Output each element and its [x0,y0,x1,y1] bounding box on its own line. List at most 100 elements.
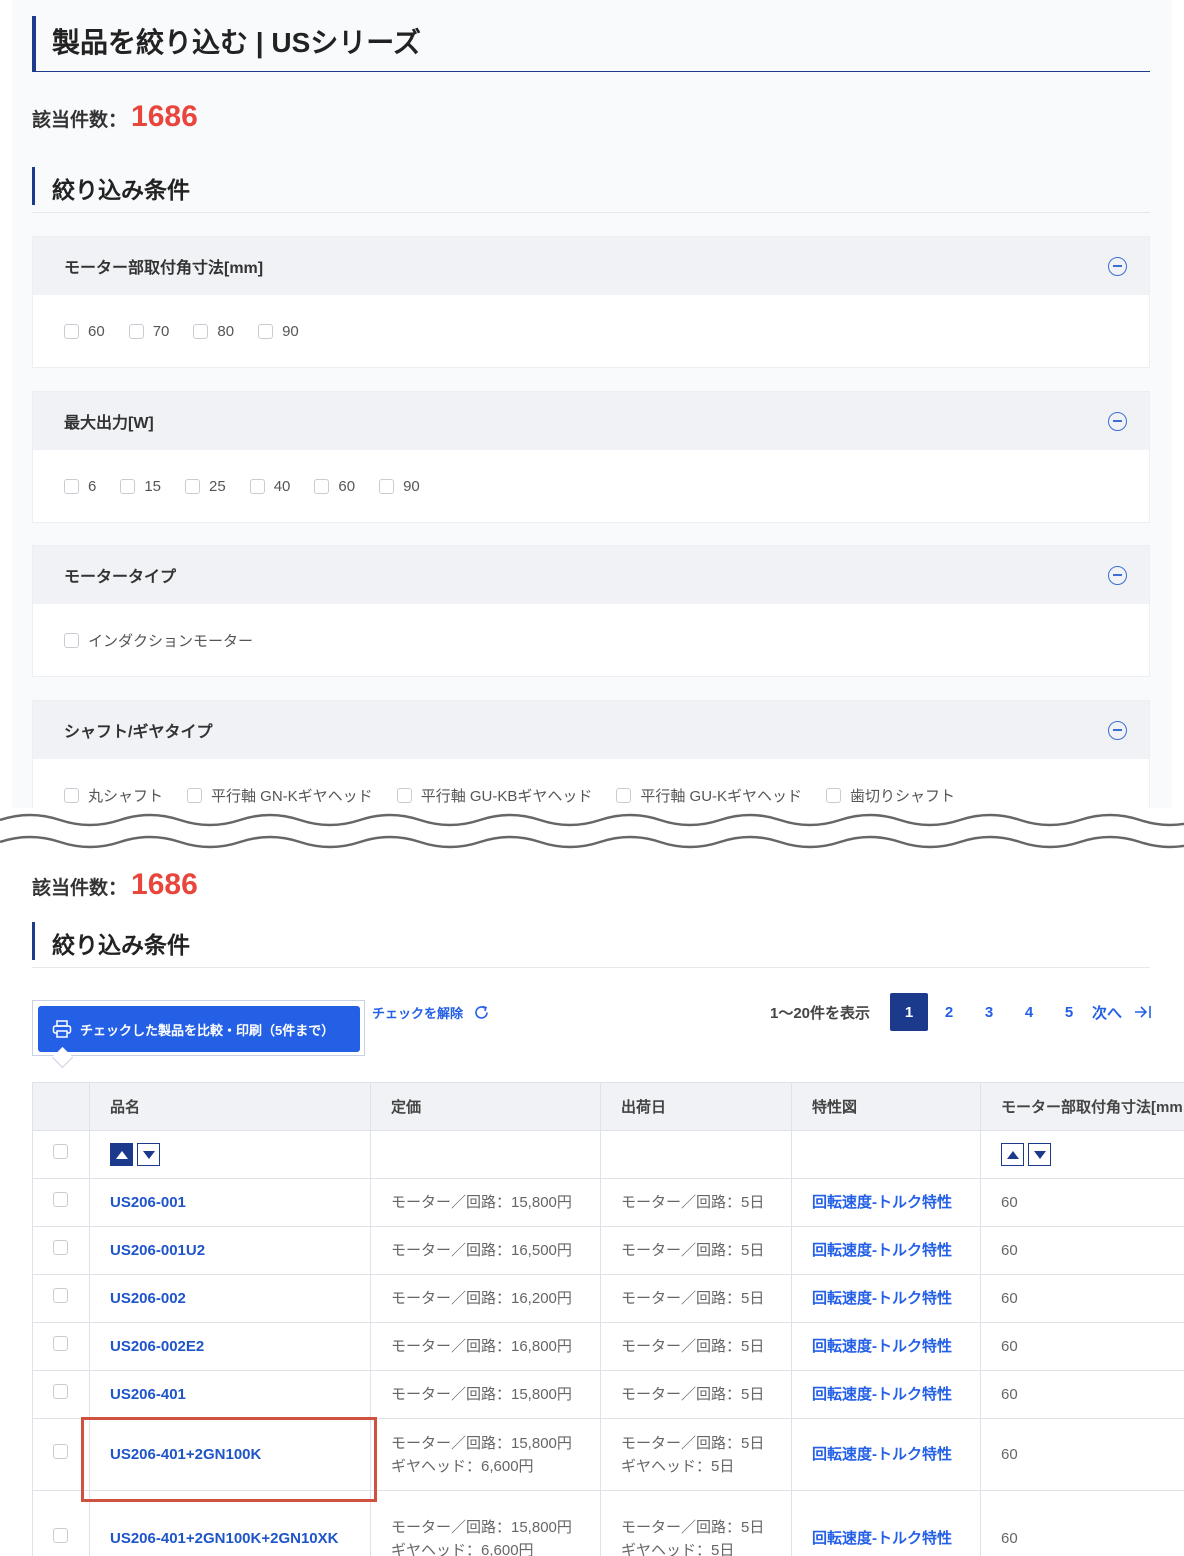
row-checkbox[interactable] [53,1528,68,1543]
compare-button-wrapper: チェックした製品を比較・印刷（5件まで） [32,1000,365,1056]
checkbox[interactable] [258,323,274,339]
filter-option[interactable]: 90 [258,323,299,340]
sort-desc-icon[interactable] [1028,1143,1051,1166]
page-4-button[interactable]: 4 [1010,993,1048,1031]
minus-circle-icon[interactable] [1108,565,1127,585]
chart-link[interactable]: 回転速度-トルク特性 [812,1446,952,1463]
row-checkbox[interactable] [53,1240,68,1255]
product-name-link[interactable]: US206-002E2 [110,1338,204,1355]
row-checkbox[interactable] [53,1384,68,1399]
row-checkbox[interactable] [53,1192,68,1207]
screenshot-break-divider [0,813,1184,849]
chart-link[interactable]: 回転速度-トルク特性 [812,1338,952,1355]
filter-option[interactable]: 丸シャフト [64,785,163,806]
product-name-link[interactable]: US206-001U2 [110,1242,205,1259]
row-checkbox[interactable] [53,1336,68,1351]
filter-option[interactable]: 90 [379,478,420,495]
filter-option[interactable]: 70 [128,323,169,340]
sort-desc-icon[interactable] [137,1143,160,1166]
chart-link[interactable]: 回転速度-トルク特性 [812,1242,952,1259]
product-name-link[interactable]: US206-401+2GN100K+2GN10XK [110,1530,338,1547]
checkbox[interactable] [64,632,79,648]
filter-title-shaft-type: シャフト/ギヤタイプ [64,724,213,741]
table-row: US206-401+2GN100K+2GN10XK モーター／回路：15,800… [32,1490,1184,1556]
filter-option[interactable]: 平行軸 GU-KBギヤヘッド [396,785,592,806]
filter-option[interactable]: 15 [120,478,161,495]
filter-option[interactable]: 平行軸 GU-Kギヤヘッド [616,785,802,806]
filter-card-output: 最大出力[W] 6 15 25 40 60 90 [32,391,1150,523]
filter-option[interactable]: インダクションモーター [64,630,253,651]
price-line: モーター／回路：15,800円 [391,1386,572,1403]
compare-print-button[interactable]: チェックした製品を比較・印刷（5件まで） [38,1006,360,1052]
option-label: 80 [217,322,235,340]
checkbox[interactable] [64,478,79,494]
checkbox[interactable] [616,787,632,803]
next-page-link[interactable]: 次へ [1092,1002,1122,1023]
table-row: US206-401 モーター／回路：15,800円 モーター／回路：5日 回転速… [32,1370,1184,1419]
select-all-checkbox[interactable] [53,1144,68,1159]
sort-asc-icon[interactable] [1001,1143,1024,1166]
minus-circle-icon[interactable] [1108,411,1127,431]
option-label: 90 [282,322,299,340]
ship-line: ギヤヘッド：5日 [621,1541,735,1556]
product-name-link[interactable]: US206-401+2GN100K [110,1446,261,1463]
last-page-icon[interactable] [1134,1004,1152,1020]
checkbox[interactable] [249,478,265,494]
chart-link[interactable]: 回転速度-トルク特性 [812,1194,952,1211]
checkbox[interactable] [314,478,330,494]
product-name-cell: US206-401 [89,1370,371,1419]
option-label: 90 [403,477,420,495]
checkbox[interactable] [64,323,79,339]
product-name-link[interactable]: US206-002 [110,1290,186,1307]
filter-header-output[interactable]: 最大出力[W] [33,392,1149,450]
checkbox[interactable] [64,787,79,803]
chart-cell: 回転速度-トルク特性 [791,1178,981,1227]
page-5-button[interactable]: 5 [1050,993,1088,1031]
compare-print-label: チェックした製品を比較・印刷（5件まで） [80,1022,335,1038]
checkbox[interactable] [193,323,209,339]
ship-cell: モーター／回路：5日 [600,1226,792,1275]
product-name-link[interactable]: US206-401 [110,1386,186,1403]
row-checkbox[interactable] [53,1444,68,1459]
page-2-button[interactable]: 2 [930,993,968,1031]
table-row: US206-001U2 モーター／回路：16,500円 モーター／回路：5日 回… [32,1226,1184,1275]
filter-option[interactable]: 歯切りシャフト [826,785,955,806]
filter-header-size[interactable]: モーター部取付角寸法[mm] [33,237,1149,295]
chart-link[interactable]: 回転速度-トルク特性 [812,1386,952,1403]
price-line: モーター／回路：16,200円 [391,1290,572,1307]
header-checkbox-col [32,1082,90,1131]
checkbox[interactable] [187,787,203,803]
sort-asc-icon[interactable] [110,1143,133,1166]
checkbox[interactable] [120,478,136,494]
filter-option[interactable]: 25 [185,478,226,495]
checkbox[interactable] [185,478,201,494]
option-label: 60 [88,322,105,340]
checkbox[interactable] [379,478,395,494]
header-size: モーター部取付角寸法[mm [980,1082,1184,1131]
filter-card-motor-type: モータータイプ インダクションモーター [32,545,1150,677]
size-cell: 60 [980,1418,1184,1491]
page-3-button[interactable]: 3 [970,993,1008,1031]
filter-option[interactable]: 60 [314,478,355,495]
sort-cell-empty [600,1130,792,1179]
chart-link[interactable]: 回転速度-トルク特性 [812,1290,952,1307]
filter-option[interactable]: 40 [249,478,290,495]
filter-option[interactable]: 80 [193,323,234,340]
page-1-button[interactable]: 1 [890,993,929,1031]
filter-option[interactable]: 平行軸 GN-Kギヤヘッド [187,785,373,806]
minus-circle-icon[interactable] [1108,256,1127,276]
minus-circle-icon[interactable] [1108,720,1127,740]
checkbox[interactable] [396,787,412,803]
filter-header-motor-type[interactable]: モータータイプ [33,546,1149,604]
uncheck-all-link[interactable]: チェックを解除 [372,1003,490,1022]
pagination: 1〜20件を表示 1 2 3 4 5 次へ [770,992,1152,1032]
chart-link[interactable]: 回転速度-トルク特性 [812,1530,952,1547]
filter-header-shaft-type[interactable]: シャフト/ギヤタイプ [33,701,1149,759]
row-checkbox[interactable] [53,1288,68,1303]
filter-option[interactable]: 6 [64,478,96,495]
checkbox[interactable] [128,323,144,339]
page-title: 製品を絞り込む | USシリーズ [32,16,1150,72]
checkbox[interactable] [826,787,842,803]
product-name-link[interactable]: US206-001 [110,1194,186,1211]
filter-option[interactable]: 60 [64,323,105,340]
